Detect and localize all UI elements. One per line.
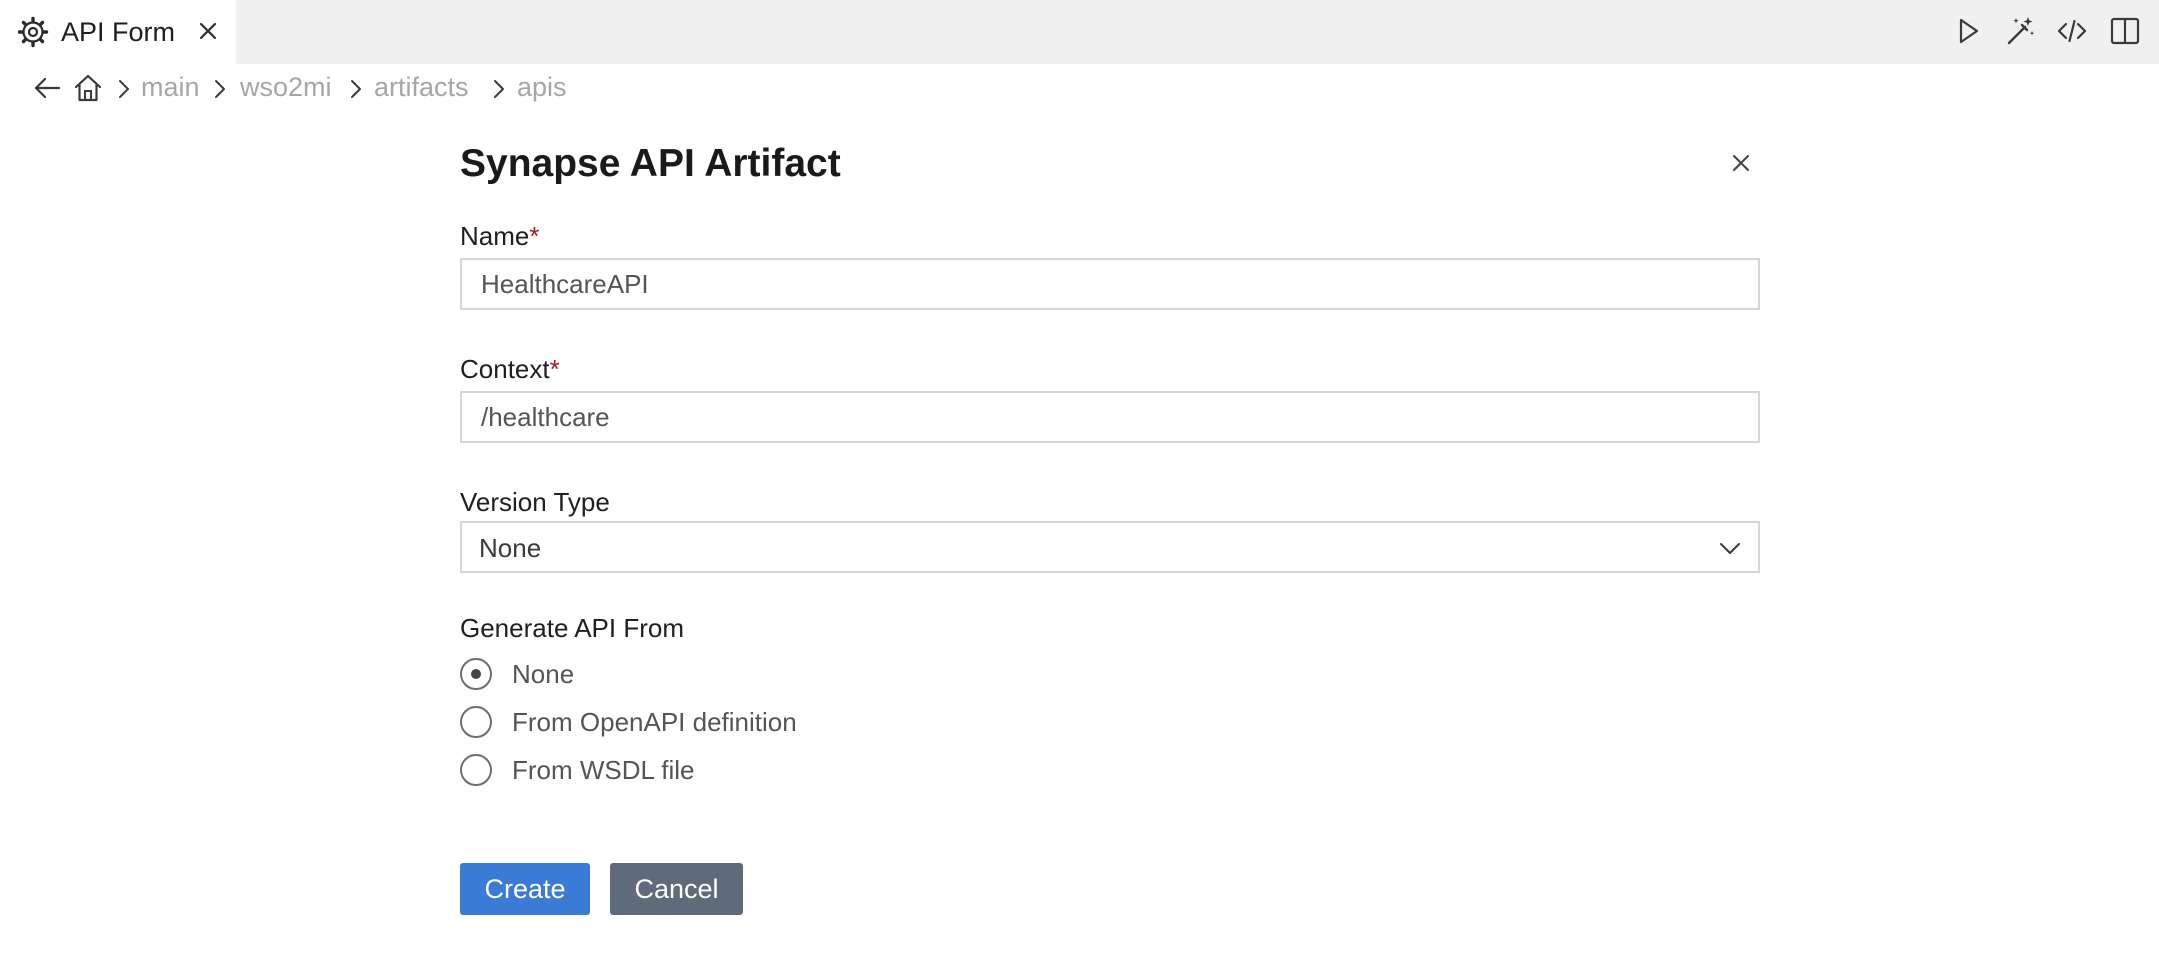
breadcrumb-item-apis[interactable]: apis (517, 70, 567, 104)
split-editor-icon[interactable] (2108, 14, 2142, 48)
cancel-button[interactable]: Cancel (610, 863, 743, 915)
radio-label: None (512, 659, 575, 689)
radio-button-checked[interactable] (460, 658, 492, 690)
chevron-down-icon (1720, 543, 1740, 554)
chevron-right-icon (215, 80, 225, 98)
chevron-right-icon (494, 80, 504, 98)
radio-button[interactable] (460, 754, 492, 786)
breadcrumb: main wso2mi artifacts apis (0, 64, 2159, 112)
radio-dot (471, 669, 481, 679)
tab-api-form[interactable]: API Form (0, 0, 236, 64)
code-icon[interactable] (2055, 14, 2089, 48)
radio-label: From OpenAPI definition (512, 707, 797, 737)
tab-title: API Form (61, 17, 176, 47)
radio-label: From WSDL file (512, 755, 695, 785)
name-input[interactable] (460, 258, 1760, 310)
version-type-value: None (479, 533, 542, 563)
editor-tab-bar: API Form (0, 0, 2159, 64)
close-icon[interactable] (1726, 148, 1756, 178)
radio-button[interactable] (460, 706, 492, 738)
create-button[interactable]: Create (460, 863, 590, 915)
close-icon[interactable] (194, 17, 222, 45)
breadcrumb-item-artifacts[interactable]: artifacts (374, 70, 469, 104)
chevron-right-icon (119, 80, 129, 98)
required-mark: * (549, 354, 560, 384)
context-label: Context* (460, 353, 560, 385)
form-title: Synapse API Artifact (460, 142, 841, 185)
version-type-select[interactable]: None (460, 521, 1760, 573)
run-icon[interactable] (1951, 14, 1985, 48)
generate-api-from-label: Generate API From (460, 613, 684, 643)
gear-icon (17, 16, 49, 48)
breadcrumb-item-main[interactable]: main (141, 70, 200, 104)
magic-wand-icon[interactable] (2003, 14, 2037, 48)
name-label: Name* (460, 220, 539, 252)
required-mark: * (529, 221, 540, 251)
arrow-left-icon[interactable] (32, 73, 62, 103)
context-label-text: Context (460, 354, 550, 384)
chevron-right-icon (351, 80, 361, 98)
home-icon[interactable] (72, 72, 104, 104)
breadcrumb-item-wso2mi[interactable]: wso2mi (240, 70, 332, 104)
name-label-text: Name (460, 221, 530, 251)
context-input[interactable] (460, 391, 1760, 443)
version-type-label: Version Type (460, 487, 610, 517)
